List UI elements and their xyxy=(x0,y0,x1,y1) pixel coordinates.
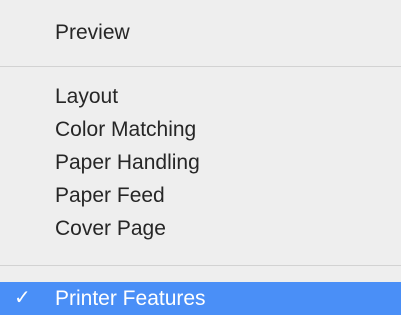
menu-item-layout[interactable]: Layout xyxy=(55,82,118,112)
menu-item-color-matching[interactable]: Color Matching xyxy=(55,115,196,145)
printer-options-menu: Preview Layout Color Matching Paper Hand… xyxy=(0,0,414,323)
menu-item-preview[interactable]: Preview xyxy=(55,18,130,48)
menu-separator xyxy=(0,265,401,266)
menu-item-paper-handling[interactable]: Paper Handling xyxy=(55,148,200,178)
menu-item-printer-features[interactable]: ✓ Printer Features xyxy=(0,282,401,315)
menu-item-label: Printer Features xyxy=(55,287,206,310)
menu-item-paper-feed[interactable]: Paper Feed xyxy=(55,181,165,211)
menu-right-edge xyxy=(401,0,414,323)
menu-item-cover-page[interactable]: Cover Page xyxy=(55,214,166,244)
menu-separator xyxy=(0,66,401,67)
checkmark-icon: ✓ xyxy=(14,287,31,309)
